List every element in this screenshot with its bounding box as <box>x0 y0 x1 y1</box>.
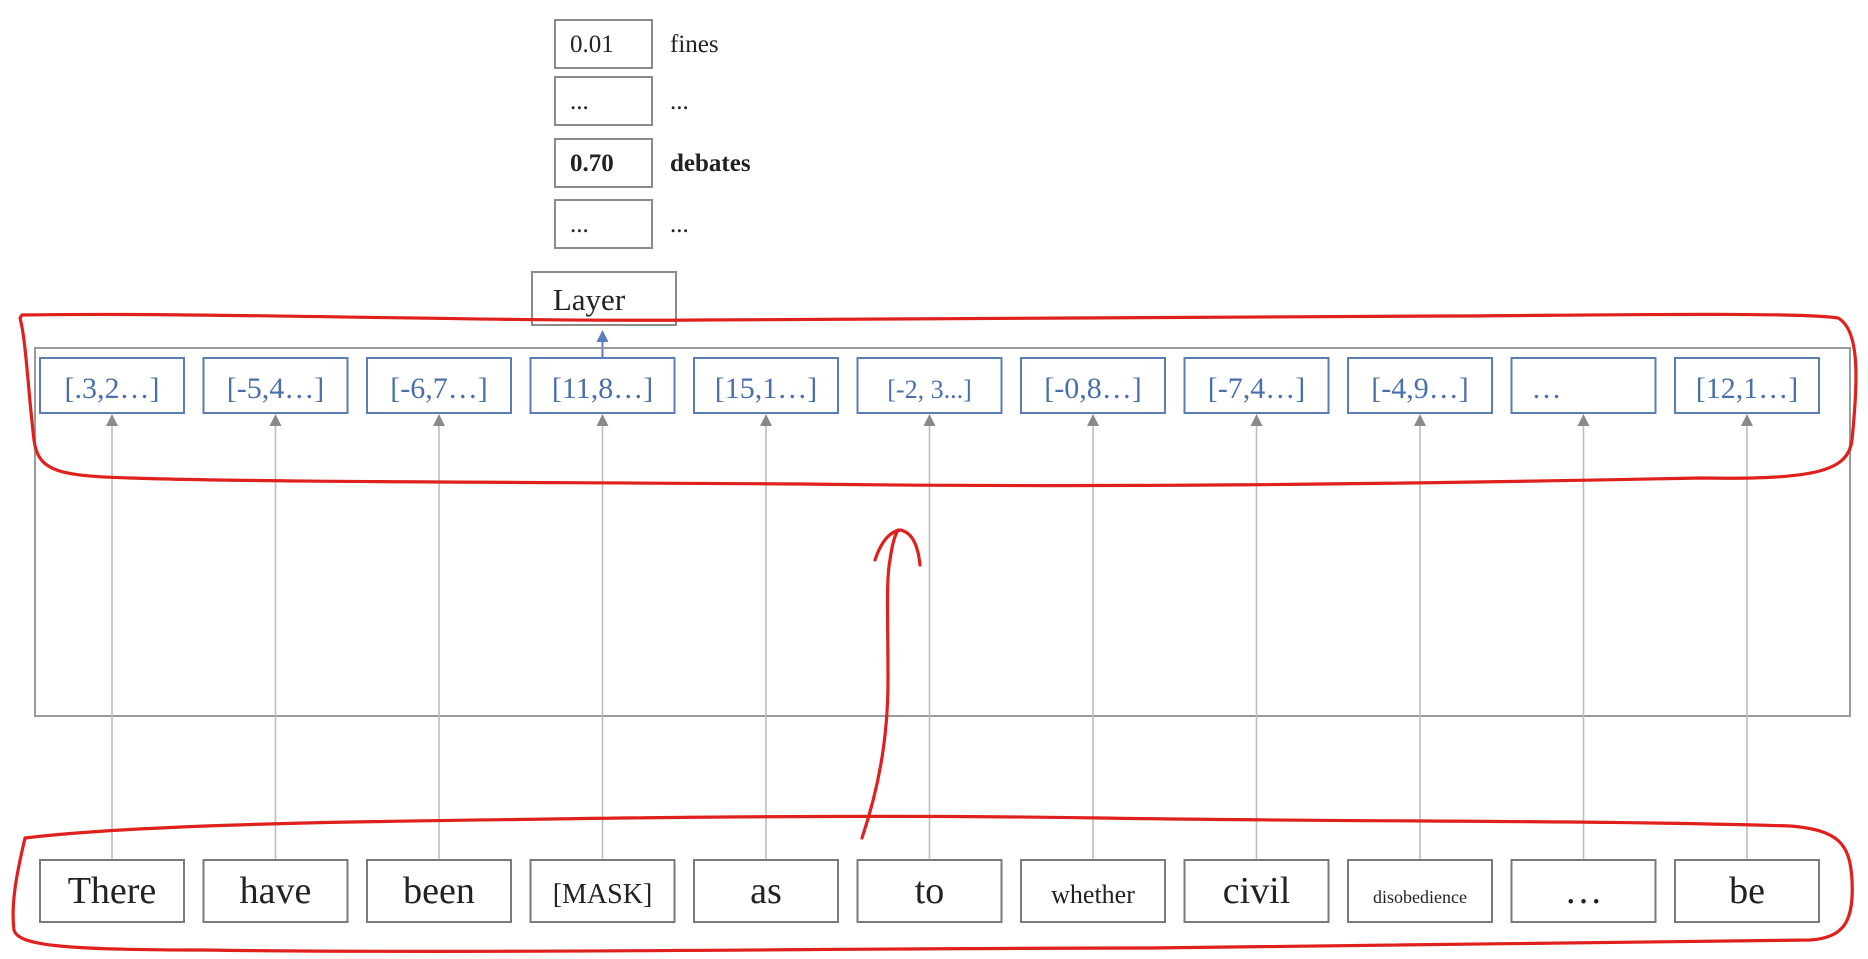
embedding-vector: [11,8…] <box>529 357 676 414</box>
prob-value: 0.70 <box>570 150 614 177</box>
arrow-head <box>1577 414 1590 426</box>
embedding-value: [-4,9…] <box>1371 372 1468 405</box>
token-arrow <box>1414 414 1426 860</box>
input-token: be <box>1674 859 1820 923</box>
embedding-vector: [-6,7…] <box>366 357 512 414</box>
arrow-head <box>760 414 772 426</box>
output-layer: Layer <box>531 271 677 358</box>
prob-word: fines <box>670 31 719 58</box>
input-token: to <box>856 859 1003 923</box>
embedding-value: [-2, 3...] <box>887 375 971 404</box>
embedding-value: [-0,8…] <box>1044 372 1141 405</box>
prob-word: ... <box>670 211 689 238</box>
input-token: have <box>202 859 349 923</box>
arrow-head <box>1741 414 1753 426</box>
embedding-value: [12,1…] <box>1696 372 1798 405</box>
prob-value: ... <box>570 88 589 115</box>
annotation-up-arrow <box>860 528 922 840</box>
input-token: [MASK] <box>529 859 676 923</box>
embedding-vector: … <box>1510 357 1657 414</box>
token-label: disobedience <box>1373 887 1467 907</box>
token-arrow <box>923 414 936 860</box>
token-arrow <box>596 414 609 860</box>
embedding-vector: [12,1…] <box>1674 357 1820 414</box>
embedding-vector: [15,1…] <box>693 357 839 414</box>
token-arrow <box>1250 414 1263 860</box>
token-label: whether <box>1051 880 1135 909</box>
input-token: There <box>39 859 185 923</box>
arrow-head <box>1250 414 1263 426</box>
embedding-value: … <box>1532 372 1562 405</box>
token-arrow <box>1741 414 1753 860</box>
arrow-head <box>596 414 609 426</box>
input-token: disobedience <box>1347 859 1493 923</box>
token-arrow <box>106 414 118 860</box>
prob-row: 0.70 debates <box>554 138 751 188</box>
embedding-vector: [-5,4…] <box>202 357 349 414</box>
input-token: … <box>1510 859 1657 923</box>
arrow-head <box>433 414 445 426</box>
input-token: as <box>693 859 839 923</box>
mask-to-layer-arrow <box>596 330 609 358</box>
embedding-vector: [-2, 3...] <box>856 357 1003 414</box>
prob-row: ...... <box>554 199 689 249</box>
embedding-value: [-7,4…] <box>1208 372 1305 405</box>
embedding-vectors-row: [.3,2…] [-5,4…] [-6,7…] [11,8…] [15,1…] [-2, … <box>39 357 1820 414</box>
embedding-vector: [-7,4…] <box>1183 357 1330 414</box>
embedding-vector: [.3,2…] <box>39 357 185 414</box>
arrow-head <box>269 414 282 426</box>
blue-arrow-head <box>596 330 609 342</box>
input-token: civil <box>1183 859 1330 923</box>
output-probability-list: 0.01 fines... ... 0.70 debates...... <box>554 19 751 249</box>
token-arrow <box>760 414 772 860</box>
token-label: been <box>403 870 475 912</box>
prob-row: ...... <box>554 76 689 126</box>
embedding-vector: [-4,9…] <box>1347 357 1493 414</box>
embedding-value: [-5,4…] <box>227 372 324 405</box>
layer-label: Layer <box>553 282 626 317</box>
arrow-head <box>106 414 118 426</box>
embedding-value: [11,8…] <box>552 372 653 405</box>
token-label: as <box>750 870 782 912</box>
prob-word: ... <box>670 88 689 115</box>
token-label: have <box>240 870 312 912</box>
embedding-vector: [-0,8…] <box>1020 357 1166 414</box>
arrow-head <box>923 414 936 426</box>
bert-mlm-diagram: 0.01 fines... ... 0.70 debates...... Layer [… <box>11 19 1858 953</box>
token-arrow <box>1087 414 1099 860</box>
input-token: whether <box>1020 859 1166 923</box>
token-label: [MASK] <box>553 879 653 910</box>
input-tokens-row: There have been [MASK] as to whether civil disob… <box>39 859 1820 923</box>
token-label: to <box>915 870 945 912</box>
arrow-head <box>1087 414 1099 426</box>
embedding-value: [.3,2…] <box>65 372 160 405</box>
prob-value: ... <box>570 211 589 238</box>
prob-word: debates <box>670 150 751 177</box>
arrow-head <box>1414 414 1426 426</box>
token-label: There <box>68 870 157 912</box>
token-label: be <box>1729 870 1765 912</box>
embedding-value: [15,1…] <box>715 372 817 405</box>
input-token: been <box>366 859 512 923</box>
embedding-value: [-6,7…] <box>390 372 487 405</box>
token-label: … <box>1565 870 1603 912</box>
token-label: civil <box>1223 870 1291 912</box>
prob-value: 0.01 <box>570 31 614 58</box>
prob-row: 0.01 fines <box>554 19 719 69</box>
